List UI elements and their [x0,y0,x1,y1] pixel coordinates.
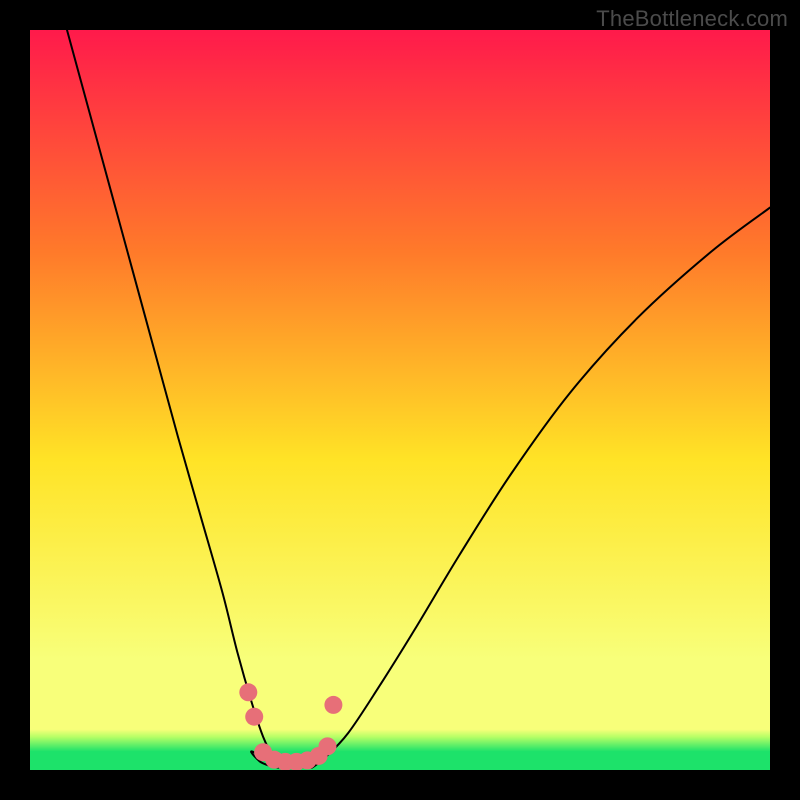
plot-area [30,30,770,770]
valley-marker [239,683,257,701]
gradient-background [30,30,770,770]
chart-frame: TheBottleneck.com [0,0,800,800]
valley-marker [318,737,336,755]
valley-marker [245,708,263,726]
valley-marker [324,696,342,714]
watermark-text: TheBottleneck.com [596,6,788,32]
chart-svg [30,30,770,770]
